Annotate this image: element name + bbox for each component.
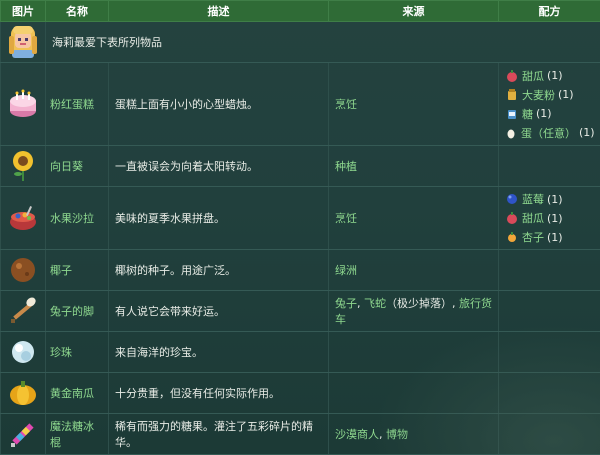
recipe-item[interactable]: 杏子(1) <box>505 228 594 247</box>
item-name[interactable]: 珍珠 <box>46 332 109 373</box>
source-link-desert-trader[interactable]: 沙漠商人 <box>335 428 379 441</box>
table-row: 魔法糖冰棍 稀有而强力的糖果。灌注了五彩碎片的精华。 沙漠商人, 博物 <box>1 414 600 455</box>
recipe-item[interactable]: 甜瓜(1) <box>505 209 594 228</box>
portrait-cell <box>1 22 46 63</box>
item-desc: 稀有而强力的糖果。灌注了五彩碎片的精华。 <box>109 414 329 455</box>
image-cell <box>1 291 46 332</box>
image-cell <box>1 332 46 373</box>
item-desc: 有人说它会带来好运。 <box>109 291 329 332</box>
item-source-link[interactable]: 烹饪 <box>329 63 499 146</box>
source-link-serpent[interactable]: 飞蛇 <box>364 297 386 310</box>
item-source-link[interactable]: 烹饪 <box>329 187 499 250</box>
fruit-salad-icon <box>8 204 38 232</box>
table-row: 粉红蛋糕 蛋糕上面有小小的心型蜡烛。 烹饪 甜瓜(1) 大麦粉(1) <box>1 63 600 146</box>
item-name[interactable]: 水果沙拉 <box>46 187 109 250</box>
source-note: （极少掉落）, <box>386 297 459 310</box>
wheat-flour-icon <box>505 88 518 101</box>
magic-rock-candy-icon <box>8 419 38 449</box>
table-row: 兔子的脚 有人说它会带来好运。 兔子, 飞蛇（极少掉落）, 旅行货车 <box>1 291 600 332</box>
item-source <box>329 332 499 373</box>
item-desc: 美味的夏季水果拼盘。 <box>109 187 329 250</box>
melon-icon <box>505 212 518 225</box>
table-row: 椰子 椰树的种子。用途广泛。 绿洲 <box>1 250 600 291</box>
image-cell <box>1 414 46 455</box>
pearl-icon <box>9 338 37 366</box>
table-row: 珍珠 来自海洋的珍宝。 <box>1 332 600 373</box>
source-link-rabbit[interactable]: 兔子 <box>335 297 357 310</box>
header-image: 图片 <box>1 1 46 22</box>
item-desc: 椰树的种子。用途广泛。 <box>109 250 329 291</box>
blueberry-icon <box>505 193 518 206</box>
item-name[interactable]: 黄金南瓜 <box>46 373 109 414</box>
table-row: 水果沙拉 美味的夏季水果拼盘。 烹饪 蓝莓(1) 甜瓜(1) <box>1 187 600 250</box>
source-separator: , <box>357 297 364 310</box>
recipe-item[interactable]: 甜瓜(1) <box>505 66 594 85</box>
melon-icon <box>505 69 518 82</box>
recipe-item[interactable]: 糖(1) <box>505 104 594 123</box>
recipe-cell <box>499 414 600 455</box>
item-source-link[interactable]: 种植 <box>329 146 499 187</box>
item-source-link[interactable]: 绿洲 <box>329 250 499 291</box>
recipe-cell <box>499 146 600 187</box>
source-separator: , <box>379 428 386 441</box>
recipe-item[interactable]: 蓝莓(1) <box>505 190 594 209</box>
sunflower-icon <box>9 150 37 182</box>
table-row: 黄金南瓜 十分贵重，但没有任何实际作用。 <box>1 373 600 414</box>
item-source <box>329 373 499 414</box>
rabbit-foot-icon <box>8 296 38 326</box>
image-cell <box>1 250 46 291</box>
recipe-cell: 蓝莓(1) 甜瓜(1) 杏子(1) <box>499 187 600 250</box>
coconut-icon <box>8 255 38 285</box>
image-cell <box>1 146 46 187</box>
item-name[interactable]: 魔法糖冰棍 <box>46 414 109 455</box>
recipe-cell: 甜瓜(1) 大麦粉(1) 糖(1) <box>499 63 600 146</box>
item-name[interactable]: 粉红蛋糕 <box>46 63 109 146</box>
haley-portrait-icon <box>6 24 40 60</box>
header-source: 来源 <box>329 1 499 22</box>
item-desc: 十分贵重，但没有任何实际作用。 <box>109 373 329 414</box>
recipe-item[interactable]: 蛋（任意）(1) <box>505 123 594 142</box>
sugar-icon <box>505 107 518 120</box>
item-name[interactable]: 椰子 <box>46 250 109 291</box>
recipe-item[interactable]: 大麦粉(1) <box>505 85 594 104</box>
header-desc: 描述 <box>109 1 329 22</box>
table-row: 向日葵 一直被误会为向着太阳转动。 种植 <box>1 146 600 187</box>
item-source: 沙漠商人, 博物 <box>329 414 499 455</box>
golden-pumpkin-icon <box>8 378 38 408</box>
image-cell <box>1 63 46 146</box>
apricot-icon <box>505 231 518 244</box>
image-cell <box>1 373 46 414</box>
item-name[interactable]: 向日葵 <box>46 146 109 187</box>
recipe-cell <box>499 373 600 414</box>
item-desc: 来自海洋的珍宝。 <box>109 332 329 373</box>
source-link-museum[interactable]: 博物 <box>386 428 408 441</box>
header-name: 名称 <box>46 1 109 22</box>
header-recipe: 配方 <box>499 1 600 22</box>
item-source: 兔子, 飞蛇（极少掉落）, 旅行货车 <box>329 291 499 332</box>
pink-cake-icon <box>8 89 38 119</box>
image-cell <box>1 187 46 250</box>
intro-text: 海莉最爱下表所列物品 <box>46 22 600 63</box>
item-name[interactable]: 兔子的脚 <box>46 291 109 332</box>
intro-row: 海莉最爱下表所列物品 <box>1 22 600 63</box>
recipe-cell <box>499 332 600 373</box>
header-row: 图片 名称 描述 来源 配方 <box>1 1 600 22</box>
items-table: 图片 名称 描述 来源 配方 海莉最 <box>0 0 600 455</box>
item-desc: 蛋糕上面有小小的心型蜡烛。 <box>109 63 329 146</box>
egg-icon <box>505 126 517 139</box>
item-desc: 一直被误会为向着太阳转动。 <box>109 146 329 187</box>
recipe-cell <box>499 250 600 291</box>
recipe-cell <box>499 291 600 332</box>
